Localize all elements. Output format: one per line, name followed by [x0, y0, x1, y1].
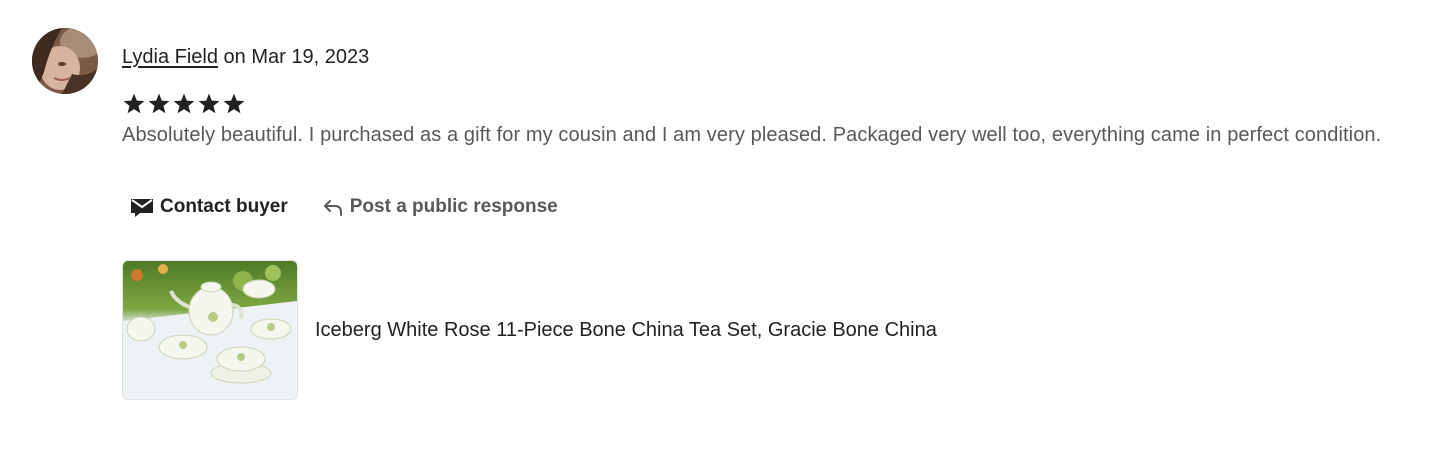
contact-buyer-label: Contact buyer [160, 196, 288, 217]
reply-arrow-icon [322, 197, 344, 217]
listing-thumbnail[interactable] [122, 260, 298, 400]
envelope-icon [130, 196, 154, 218]
star-icon [148, 93, 170, 114]
star-icon [173, 93, 195, 114]
star-icon [198, 93, 220, 114]
review-meta: Lydia Field on Mar 19, 2023 [122, 46, 369, 69]
post-public-response-label: Post a public response [349, 196, 558, 217]
review-text: Absolutely beautiful. I purchased as a g… [122, 124, 1382, 146]
review-date: on Mar 19, 2023 [223, 46, 370, 68]
review-actions: Contact buyer Post a public response [130, 196, 558, 218]
reviewer-avatar[interactable] [32, 28, 98, 94]
reviewer-name-link[interactable]: Lydia Field [122, 46, 218, 68]
purchased-listing: Iceberg White Rose 11-Piece Bone China T… [122, 260, 937, 400]
star-icon [123, 93, 145, 114]
listing-title-link[interactable]: Iceberg White Rose 11-Piece Bone China T… [315, 319, 937, 342]
contact-buyer-button[interactable]: Contact buyer [130, 196, 288, 218]
post-public-response-button[interactable]: Post a public response [322, 196, 558, 218]
star-rating [122, 92, 246, 116]
star-icon [223, 93, 245, 114]
